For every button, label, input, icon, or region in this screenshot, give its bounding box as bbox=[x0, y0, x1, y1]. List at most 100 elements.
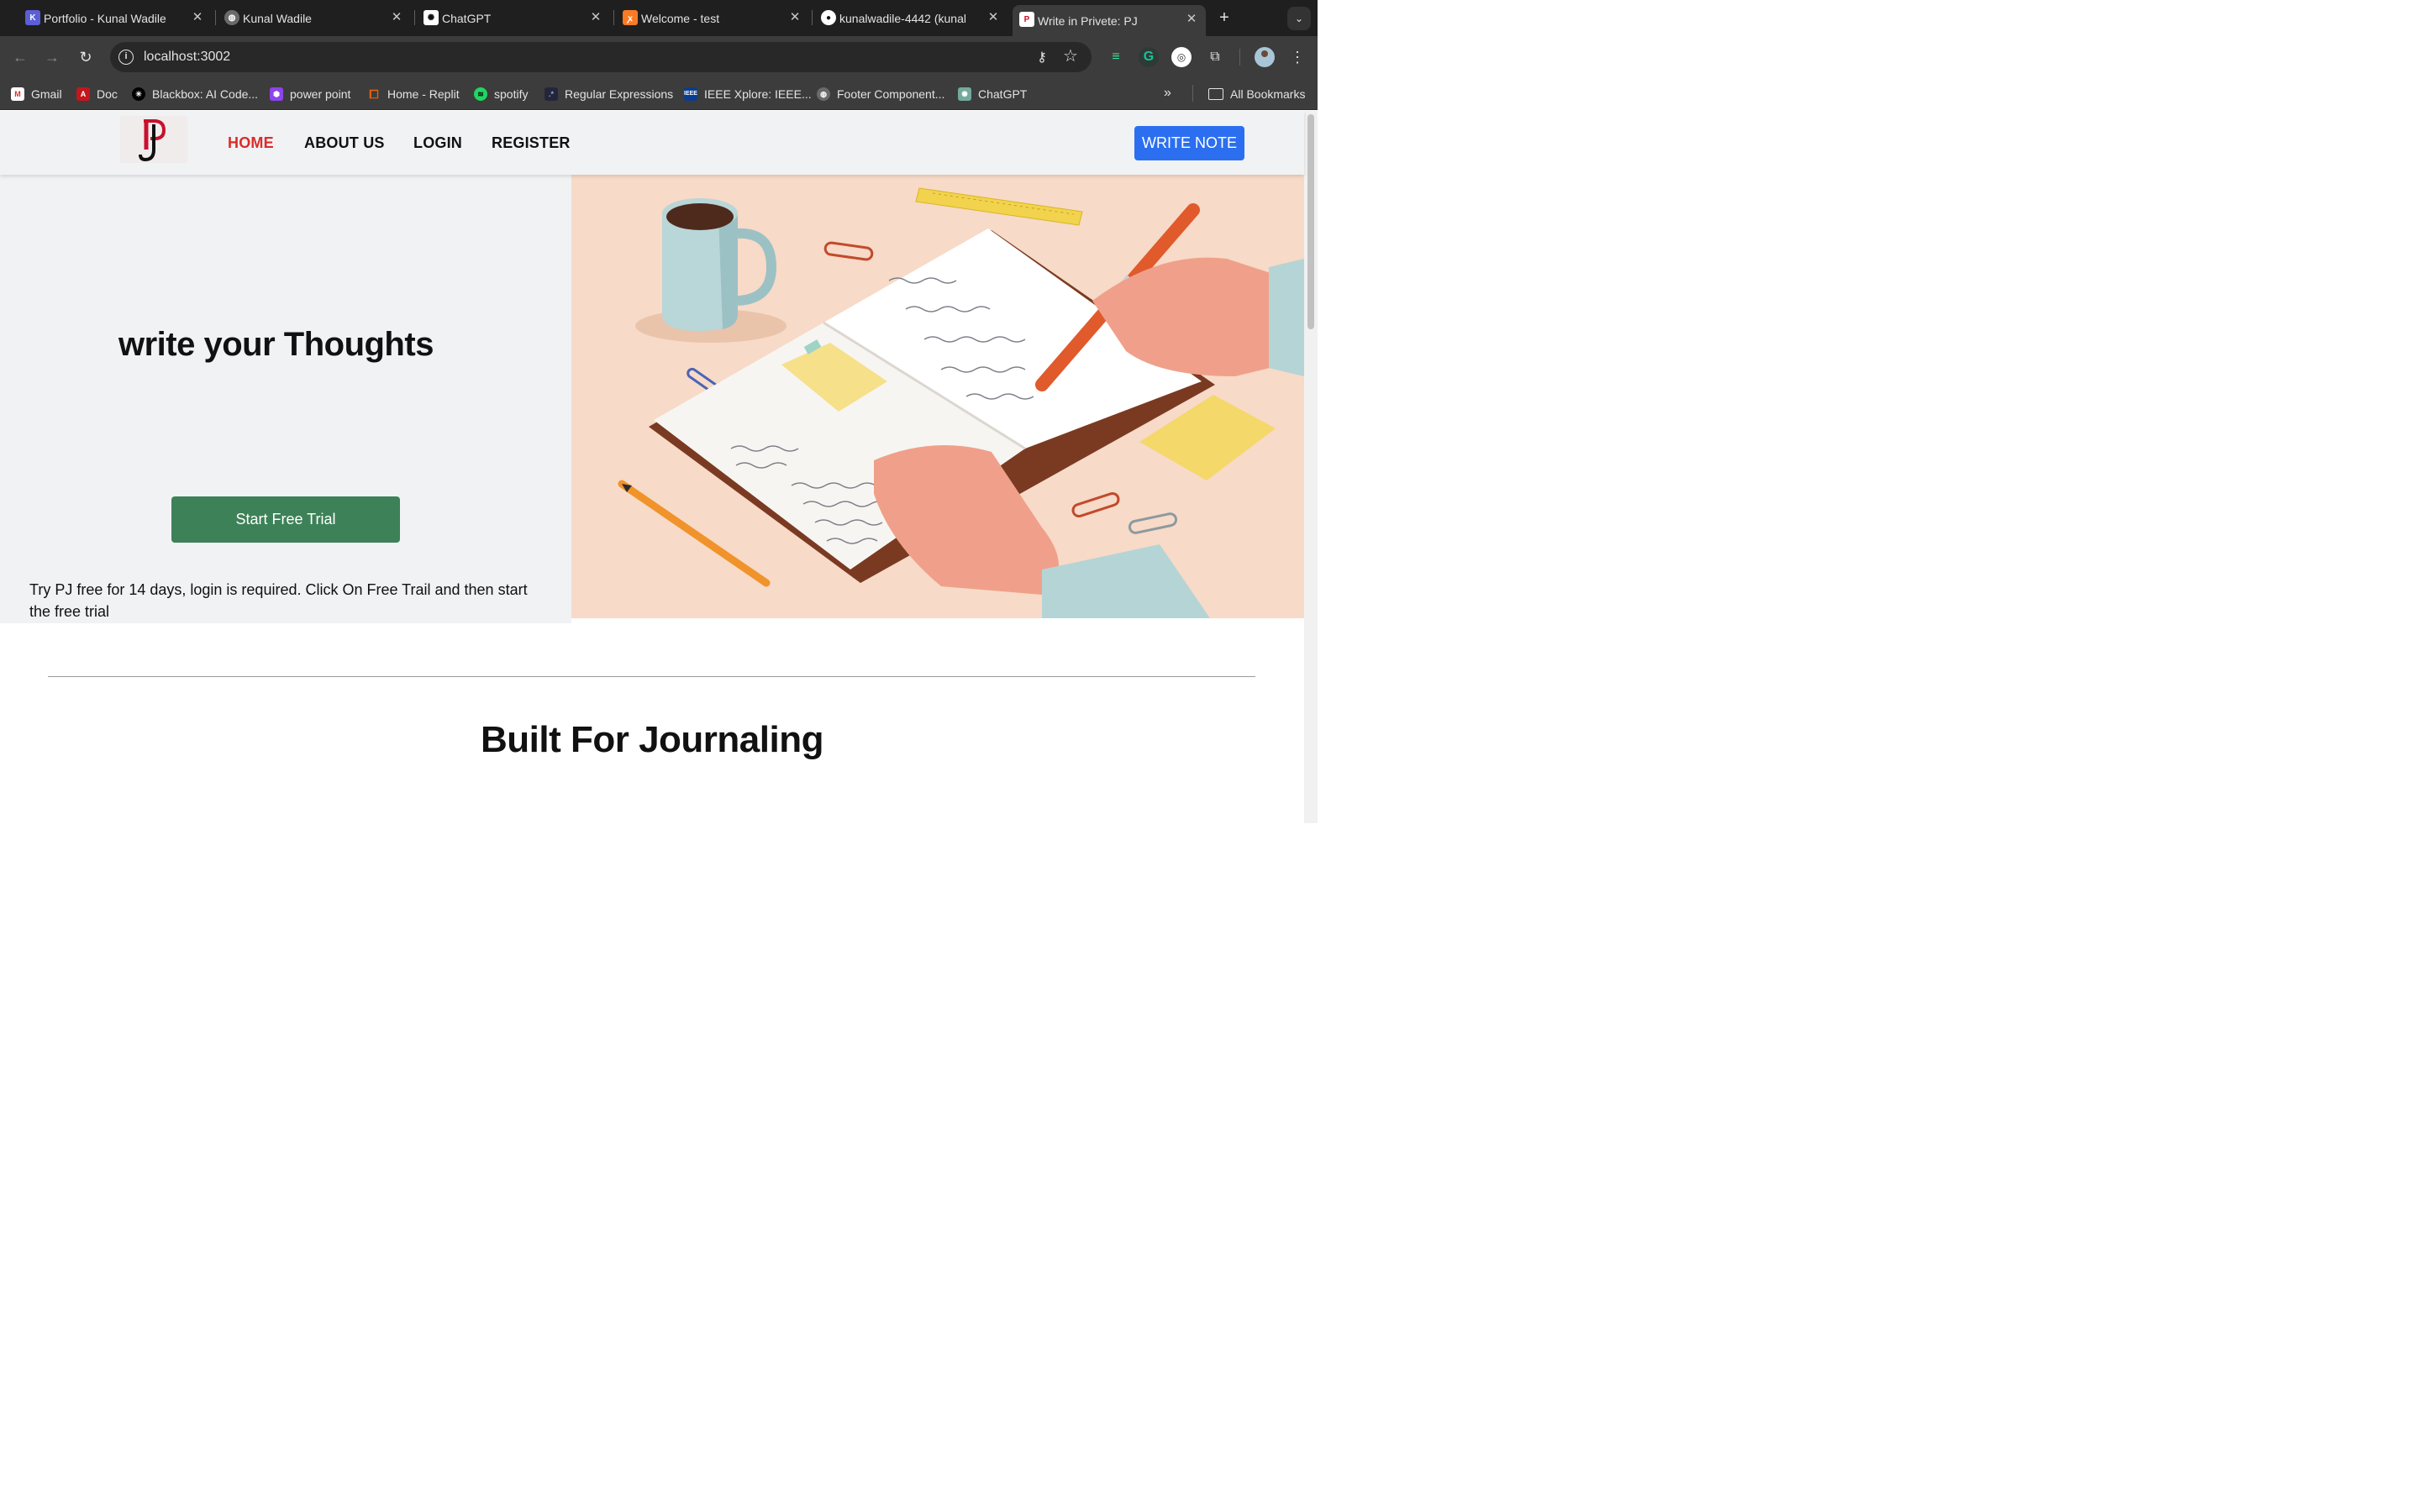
all-bookmarks-button[interactable]: All Bookmarks bbox=[1208, 87, 1305, 102]
tab-chatgpt[interactable]: ✺ ChatGPT ✕ bbox=[417, 5, 610, 31]
github-icon: ● bbox=[821, 10, 836, 25]
extension-circle-icon[interactable]: ◎ bbox=[1171, 47, 1192, 67]
pj-logo-icon bbox=[120, 116, 187, 163]
section-title-built-for-journaling: Built For Journaling bbox=[481, 719, 823, 760]
trial-description: Try PJ free for 14 days, login is requir… bbox=[29, 581, 528, 620]
page-viewport: HOME ABOUT US LOGIN REGISTER WRITE NOTE … bbox=[0, 111, 1318, 823]
pdf-icon: A bbox=[76, 87, 90, 101]
menu-kebab-icon[interactable]: ⋮ bbox=[1287, 47, 1307, 67]
bookmark-regex[interactable]: .* Regular Expressions bbox=[544, 87, 673, 102]
bookmark-label: IEEE Xplore: IEEE... bbox=[704, 87, 812, 101]
tab-kunal-wadile[interactable]: ◍ Kunal Wadile ✕ bbox=[218, 5, 411, 31]
nav-login[interactable]: LOGIN bbox=[413, 134, 462, 152]
pj-logo[interactable] bbox=[120, 116, 187, 163]
forward-arrow-icon[interactable]: → bbox=[42, 47, 62, 67]
journal-writing-illustration bbox=[571, 175, 1304, 618]
bookmark-replit[interactable]: ⧠ Home - Replit bbox=[367, 87, 460, 102]
globe-icon: ◍ bbox=[224, 10, 239, 25]
tab-separator bbox=[215, 10, 216, 25]
url-text[interactable]: localhost:3002 bbox=[144, 50, 230, 65]
ieee-icon: IEEE bbox=[684, 87, 697, 101]
bookmark-power-point[interactable]: ⬢ power point bbox=[270, 87, 350, 102]
start-free-trial-button[interactable]: Start Free Trial bbox=[171, 496, 400, 543]
section-divider bbox=[48, 676, 1255, 677]
nav-register[interactable]: REGISTER bbox=[492, 134, 571, 152]
bookmark-star-icon[interactable]: ☆ bbox=[1061, 47, 1080, 66]
globe-icon: ◍ bbox=[817, 87, 830, 101]
bookmarks-separator bbox=[1192, 85, 1193, 102]
folder-icon bbox=[1208, 88, 1223, 100]
portfolio-k-icon: K bbox=[25, 10, 40, 25]
tab-github[interactable]: ● kunalwadile-4442 (kunal ✕ bbox=[814, 5, 1007, 31]
chatgpt-icon: ✺ bbox=[424, 10, 439, 25]
tab-separator bbox=[812, 10, 813, 25]
bookmarks-overflow-chevron-icon[interactable]: » bbox=[1164, 86, 1171, 101]
hero-title: write your Thoughts bbox=[118, 326, 434, 363]
profile-avatar[interactable] bbox=[1255, 47, 1275, 67]
bookmark-label: spotify bbox=[494, 87, 529, 101]
write-note-button[interactable]: WRITE NOTE bbox=[1134, 126, 1244, 160]
hero-section: write your Thoughts Start Free Trial Try… bbox=[0, 175, 571, 623]
gmail-icon: M bbox=[11, 87, 24, 101]
bookmark-spotify[interactable]: ≋ spotify bbox=[474, 87, 528, 102]
powerpoint-icon: ⬢ bbox=[270, 87, 283, 101]
site-navbar: HOME ABOUT US LOGIN REGISTER WRITE NOTE bbox=[0, 111, 1304, 175]
tab-welcome-test[interactable]: ꭗ Welcome - test ✕ bbox=[616, 5, 809, 31]
tab-write-in-privete[interactable]: P Write in Privete: PJ ✕ bbox=[1013, 5, 1206, 36]
xampp-icon: ꭗ bbox=[623, 10, 638, 25]
chatgpt-icon: ✺ bbox=[958, 87, 971, 101]
scrollbar-thumb[interactable] bbox=[1307, 114, 1314, 329]
blackbox-icon: ✳ bbox=[132, 87, 145, 101]
close-tab-icon[interactable]: ✕ bbox=[787, 10, 802, 25]
back-arrow-icon[interactable]: ← bbox=[10, 47, 30, 67]
bookmark-label: Footer Component... bbox=[837, 87, 945, 101]
tab-title: Welcome - test bbox=[641, 11, 720, 25]
bookmark-label: power point bbox=[290, 87, 351, 101]
browser-tab-strip: K Portfolio - Kunal Wadile ✕ ◍ Kunal Wad… bbox=[0, 0, 1318, 36]
reload-icon[interactable]: ↻ bbox=[76, 47, 96, 67]
journaling-illustration bbox=[571, 175, 1304, 618]
toolbar-separator bbox=[1239, 49, 1240, 66]
regex-icon: .* bbox=[544, 87, 558, 101]
password-key-icon[interactable]: ⚷ bbox=[1033, 49, 1051, 66]
bookmark-doc[interactable]: A Doc bbox=[76, 87, 118, 102]
tab-title: Write in Privete: PJ bbox=[1038, 13, 1138, 28]
bookmark-label: Gmail bbox=[31, 87, 62, 101]
bookmark-gmail[interactable]: M Gmail bbox=[11, 87, 62, 102]
extensions-puzzle-icon[interactable]: ⧉ bbox=[1205, 47, 1225, 67]
tab-title: Portfolio - Kunal Wadile bbox=[44, 11, 166, 25]
bookmark-label: Doc bbox=[97, 87, 118, 101]
new-tab-icon[interactable]: + bbox=[1214, 8, 1234, 29]
nav-home[interactable]: HOME bbox=[228, 134, 274, 152]
all-bookmarks-label: All Bookmarks bbox=[1230, 87, 1306, 101]
bookmark-chatgpt[interactable]: ✺ ChatGPT bbox=[958, 87, 1027, 102]
spotify-icon: ≋ bbox=[474, 87, 487, 101]
bookmarks-bar: M Gmail A Doc ✳ Blackbox: AI Code... ⬢ p… bbox=[0, 78, 1318, 110]
tab-title: ChatGPT bbox=[442, 11, 492, 25]
page-scrollbar[interactable] bbox=[1304, 111, 1318, 823]
tab-search-chevron-icon[interactable]: ⌄ bbox=[1287, 7, 1311, 30]
bookmark-label: Home - Replit bbox=[387, 87, 460, 101]
bookmark-footer-component[interactable]: ◍ Footer Component... bbox=[817, 87, 944, 102]
address-bar[interactable]: i localhost:3002 ⚷ ☆ bbox=[110, 42, 1092, 72]
bookmark-label: Blackbox: AI Code... bbox=[152, 87, 259, 101]
tab-separator bbox=[414, 10, 415, 25]
bookmark-label: ChatGPT bbox=[978, 87, 1028, 101]
browser-toolbar: ← → ↻ i localhost:3002 ⚷ ☆ ≡ G ◎ ⧉ ⋮ bbox=[0, 36, 1318, 78]
bookmark-ieee[interactable]: IEEE IEEE Xplore: IEEE... bbox=[684, 87, 812, 102]
grammarly-icon[interactable]: G bbox=[1139, 47, 1159, 67]
bookmark-blackbox[interactable]: ✳ Blackbox: AI Code... bbox=[132, 87, 258, 102]
pj-logo-icon: P bbox=[1019, 12, 1034, 27]
tab-title: Kunal Wadile bbox=[243, 11, 312, 25]
tab-portfolio[interactable]: K Portfolio - Kunal Wadile ✕ bbox=[18, 5, 212, 31]
close-tab-icon[interactable]: ✕ bbox=[1184, 12, 1199, 27]
close-tab-icon[interactable]: ✕ bbox=[389, 10, 404, 25]
close-tab-icon[interactable]: ✕ bbox=[588, 10, 603, 25]
site-info-icon[interactable]: i bbox=[118, 50, 134, 65]
extension-stripes-icon[interactable]: ≡ bbox=[1106, 47, 1126, 67]
nav-about-us[interactable]: ABOUT US bbox=[304, 134, 385, 152]
tab-title: kunalwadile-4442 (kunal bbox=[839, 11, 965, 25]
close-tab-icon[interactable]: ✕ bbox=[190, 10, 205, 25]
close-tab-icon[interactable]: ✕ bbox=[986, 10, 1001, 25]
tab-separator bbox=[613, 10, 614, 25]
